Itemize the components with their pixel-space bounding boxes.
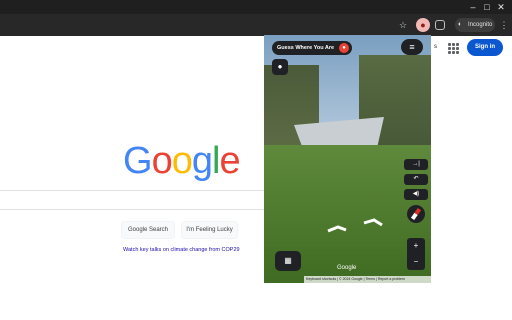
- report-problem-link[interactable]: Report a problem: [378, 277, 405, 281]
- apps-grid-icon[interactable]: [447, 42, 459, 54]
- jump-button[interactable]: →|: [404, 159, 428, 170]
- street-view-footer: Keyboard shortcuts | © 2024 Google | Ter…: [304, 276, 431, 283]
- logo-letter: o: [171, 140, 193, 182]
- copyright-text: © 2024 Google: [339, 277, 363, 281]
- logo-letter: g: [191, 140, 213, 182]
- google-homepage: s Sign in Google Google Search I'm Feeli…: [0, 36, 512, 320]
- map-button[interactable]: ▦: [275, 251, 301, 271]
- compass-icon[interactable]: [407, 205, 425, 223]
- microphone-icon[interactable]: ●: [416, 18, 430, 32]
- star-icon[interactable]: ☆: [396, 18, 410, 32]
- keyboard-shortcuts-link[interactable]: Keyboard shortcuts: [306, 277, 336, 281]
- incognito-badge[interactable]: ◐ Incognito: [455, 18, 495, 32]
- logo-letter: o: [151, 140, 173, 182]
- incognito-label: Incognito: [468, 22, 493, 28]
- promo-link[interactable]: Watch key talks on climate change from C…: [123, 247, 240, 253]
- logo-letter: e: [219, 140, 240, 182]
- google-watermark: Google: [337, 265, 357, 271]
- game-menu-button[interactable]: ≡: [401, 39, 423, 55]
- google-logo: Google: [123, 140, 241, 183]
- navigation-arrows-icon[interactable]: [326, 217, 386, 237]
- pegman-icon[interactable]: ●: [272, 59, 288, 75]
- logo-letter: G: [123, 140, 153, 182]
- browser-menu-icon[interactable]: ⋮: [497, 18, 511, 32]
- zoom-out-button[interactable]: −: [407, 254, 425, 270]
- terms-link[interactable]: Terms: [365, 277, 375, 281]
- sound-button[interactable]: ◀): [404, 189, 428, 200]
- location-pin-icon: ●: [339, 43, 349, 53]
- window-titlebar: – □ ✕: [0, 0, 512, 14]
- undo-button[interactable]: ↶: [404, 174, 428, 185]
- feeling-lucky-button[interactable]: I'm Feeling Lucky: [181, 221, 238, 239]
- game-title-badge: Guess Where You Are ●: [272, 41, 352, 55]
- sign-in-button[interactable]: Sign in: [467, 39, 503, 56]
- truncated-header-link[interactable]: s: [434, 44, 437, 50]
- browser-toolbar: ☆ ● ◐ Incognito ⋮: [0, 14, 512, 36]
- extension-icon[interactable]: [435, 20, 445, 30]
- zoom-in-button[interactable]: +: [407, 238, 425, 254]
- incognito-icon: ◐: [458, 21, 463, 28]
- street-view-panel[interactable]: Guess Where You Are ● ≡ ● →| ↶ ◀) + − ▦ …: [264, 35, 431, 283]
- close-button[interactable]: ✕: [490, 0, 512, 14]
- google-search-button[interactable]: Google Search: [121, 221, 175, 239]
- search-input[interactable]: [0, 190, 264, 210]
- zoom-control: + −: [407, 238, 425, 270]
- game-title: Guess Where You Are: [277, 45, 335, 51]
